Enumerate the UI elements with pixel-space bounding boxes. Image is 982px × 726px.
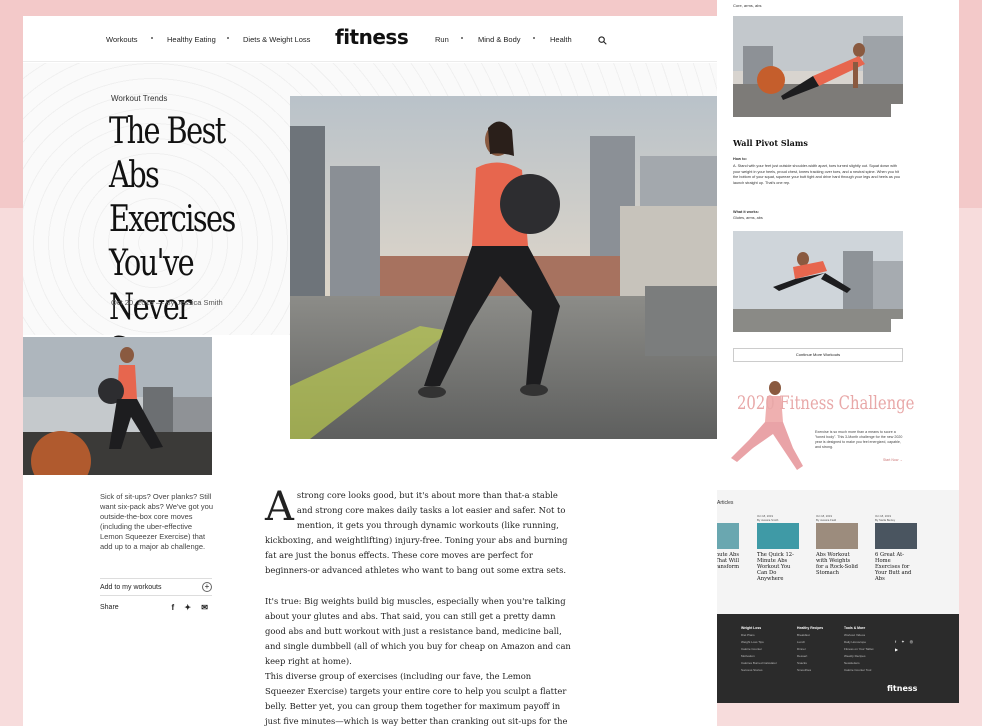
article-thumbnail: [875, 523, 917, 549]
article-card[interactable]: Oct 18, 2019 By Jessica Field Abs Workou…: [816, 514, 858, 576]
nav-dot: [461, 37, 463, 39]
what-works-label: What it works:: [733, 210, 759, 214]
add-to-workouts-label: Add to my workouts: [100, 584, 162, 591]
challenge-start-link[interactable]: Start Now →: [883, 458, 903, 462]
challenge-text: Exercise is so much more than a means to…: [815, 430, 903, 449]
how-to-label: How to:: [733, 157, 747, 161]
top-nav: Workouts Healthy Eating Diets & Weight L…: [23, 16, 717, 62]
search-icon[interactable]: [598, 36, 607, 45]
promo-text: Sick of sit-ups? Over planks? Still want…: [100, 492, 214, 551]
nav-dot: [227, 37, 229, 39]
article-card-title: 6 Great At-Home Exercises for Your Butt …: [875, 552, 912, 582]
share-label: Share: [100, 604, 119, 611]
nav-mind-body[interactable]: Mind & Body: [478, 35, 521, 44]
footer-link[interactable]: Breakfast: [797, 632, 823, 639]
plus-circle-icon[interactable]: +: [202, 582, 212, 592]
exercise-title: Wall Pivot Slams: [733, 138, 808, 148]
footer-link[interactable]: Workout Videos: [844, 632, 873, 639]
article-page: Workouts Healthy Eating Diets & Weight L…: [23, 16, 717, 726]
footer-link[interactable]: Diet Plans: [741, 632, 777, 639]
article-card-title: Minute Abs That Will Transform: [717, 552, 739, 570]
footer-link[interactable]: Success Stories: [741, 667, 777, 674]
article-thumbnail: [717, 523, 739, 549]
article-card-title: The Quick 12-Minute Abs Workout You Can …: [757, 552, 794, 582]
article-paragraph: This diverse group of exercises (includi…: [265, 671, 568, 726]
article-card[interactable]: Oct 18, 2019 By Jessica Smith The Quick …: [757, 514, 799, 582]
article-card-title: Abs Workout with Weights for a Rock-Soli…: [816, 552, 858, 576]
nav-workouts[interactable]: Workouts: [106, 35, 138, 44]
footer-link[interactable]: Motivation: [741, 653, 777, 660]
article-byline: Oct 20, 2019 — By Jessica Smith: [111, 298, 223, 307]
add-to-workouts-button[interactable]: Add to my workouts +: [100, 578, 212, 596]
footer-social-icons[interactable]: f ✦ ◎ ▶: [895, 638, 919, 654]
right-page: Core, arms, abs Wall Pivot Slams How to:…: [717, 0, 959, 703]
footer-logo[interactable]: fitness: [887, 684, 917, 693]
article-card[interactable]: Minute Abs That Will Transform: [717, 514, 739, 570]
how-to-text: A. Stand with your feet just outside sho…: [733, 164, 900, 185]
article-paragraph: A strong core looks good, but it's about…: [265, 484, 568, 575]
articles-heading: Articles: [717, 500, 734, 506]
footer-link[interactable]: Weight Loss Tips: [741, 639, 777, 646]
footer-link[interactable]: Weekly Recipes: [844, 653, 873, 660]
nav-diets-weight-loss[interactable]: Diets & Weight Loss: [243, 35, 310, 44]
exercise-image-pushup: [733, 16, 903, 117]
nav-health[interactable]: Health: [550, 35, 572, 44]
footer-link[interactable]: Calories Burned Calculator: [741, 660, 777, 667]
site-logo[interactable]: fitness: [335, 25, 409, 49]
footer-link[interactable]: Dessert: [797, 653, 823, 660]
what-works-text: Glutes, arms, abs: [733, 216, 763, 220]
nav-dot: [533, 37, 535, 39]
footer-col-healthy-recipes: Healthy Recipes Breakfast Lunch Dinner D…: [797, 626, 824, 674]
challenge-title: 2020 Fitness Challenge: [737, 392, 915, 414]
nav-dot: [151, 37, 153, 39]
nav-healthy-eating[interactable]: Healthy Eating: [167, 35, 216, 44]
article-thumbnail: [757, 523, 799, 549]
hero-image: [290, 96, 717, 439]
footer-link[interactable]: Snacks: [797, 660, 823, 667]
article-category[interactable]: Workout Trends: [111, 94, 167, 103]
articles-section: Articles Minute Abs That Will Transform …: [717, 490, 959, 614]
footer-link[interactable]: Fitness on Your Tablet: [844, 646, 873, 653]
footer-link[interactable]: Calorie Counter Tool: [844, 667, 873, 674]
top-works-text: Core, arms, abs: [733, 3, 762, 8]
share-row: Share f ✦ ✉: [100, 603, 212, 612]
article-card[interactable]: Oct 18, 2019 By Stella Bexley 6 Great At…: [875, 514, 917, 582]
footer-link[interactable]: Daily Horoscope: [844, 639, 873, 646]
exercise-image-jump: [733, 231, 903, 332]
site-footer: Weight Loss Diet Plans Weight Loss Tips …: [717, 614, 959, 703]
footer-link[interactable]: Dinner: [797, 646, 823, 653]
nav-run[interactable]: Run: [435, 35, 449, 44]
side-image: [23, 337, 212, 475]
footer-col-tools: Tools & More Workout Videos Daily Horosc…: [844, 626, 874, 674]
footer-link[interactable]: Calorie Counter: [741, 646, 777, 653]
footer-link[interactable]: Newsletters: [844, 660, 873, 667]
footer-link[interactable]: Smoothies: [797, 667, 823, 674]
drop-cap: A: [265, 484, 294, 530]
article-paragraph: It's true: Big weights build big muscles…: [265, 596, 571, 666]
social-share-icons[interactable]: f ✦ ✉: [171, 603, 212, 612]
article-thumbnail: [816, 523, 858, 549]
footer-col-weight-loss: Weight Loss Diet Plans Weight Loss Tips …: [741, 626, 777, 674]
footer-link[interactable]: Lunch: [797, 639, 823, 646]
continue-workouts-button[interactable]: Continue More Workouts: [733, 348, 903, 362]
